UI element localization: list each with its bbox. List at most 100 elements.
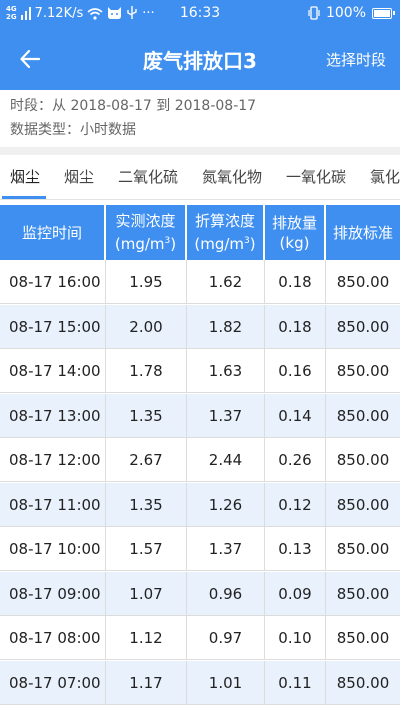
cell-measured-concentration: 2.67 xyxy=(106,438,187,482)
cell-converted-concentration: 1.37 xyxy=(187,527,265,571)
cell-measured-concentration: 2.00 xyxy=(106,304,187,349)
tab-nitrogen-oxides[interactable]: 氮氧化物 xyxy=(202,166,262,187)
cell-monitor-time: 08-17 11:00 xyxy=(0,482,106,527)
header-measured-label: 实测浓度 xyxy=(115,212,176,230)
status-bar: 4G 2G 7.12K/s ··· 16:33 100% xyxy=(0,0,400,28)
cell-emission-amount: 0.26 xyxy=(265,438,326,482)
arrow-left-icon xyxy=(20,50,40,68)
table-header: 监控时间 实测浓度 (mg/m3) 折算浓度 (mg/m3) 排放量 (kg) … xyxy=(0,205,400,260)
cell-monitor-time: 08-17 13:00 xyxy=(0,393,106,438)
header-emission-amount: 排放量 (kg) xyxy=(265,205,326,260)
cell-measured-concentration: 1.57 xyxy=(106,527,187,571)
table-row[interactable]: 08-17 15:00 2.00 1.82 0.18 850.00 xyxy=(0,304,400,349)
table-row[interactable]: 08-17 10:00 1.57 1.37 0.13 850.00 xyxy=(0,527,400,571)
header-emission-standard: 排放标准 xyxy=(326,205,400,260)
cell-converted-concentration: 1.01 xyxy=(187,660,265,705)
header-measured-unit-tail: ) xyxy=(170,235,177,253)
table-row[interactable]: 08-17 08:00 1.12 0.97 0.10 850.00 xyxy=(0,616,400,660)
table-row[interactable]: 08-17 09:00 1.07 0.96 0.09 850.00 xyxy=(0,571,400,616)
table-row[interactable]: 08-17 07:00 1.17 1.01 0.11 850.00 xyxy=(0,660,400,705)
header-standard-label: 排放标准 xyxy=(332,223,393,242)
header-monitor-time-label: 监控时间 xyxy=(21,223,82,242)
cell-emission-standard: 850.00 xyxy=(336,362,390,380)
cell-monitor-time: 08-17 08:00 xyxy=(0,616,106,660)
data-table-body: 08-17 16:00 1.95 1.62 0.18 850.00 08-17 15:00… xyxy=(0,260,400,711)
battery-icon xyxy=(372,7,395,19)
cell-emission-amount: 0.13 xyxy=(265,527,326,571)
cell-emission-amount: 0.09 xyxy=(265,571,326,616)
query-info: 时段：从 2018-08-17 到 2018-08-17 数据类型：小时数据 xyxy=(0,90,400,147)
table-row[interactable]: 08-17 14:00 1.78 1.63 0.16 850.00 xyxy=(0,349,400,393)
select-period-button[interactable]: 选择时段 xyxy=(326,49,386,70)
back-button[interactable] xyxy=(14,44,46,74)
cell-monitor-time: 08-17 12:00 xyxy=(0,438,106,482)
header-converted-concentration: 折算浓度 (mg/m3) xyxy=(187,205,265,260)
cell-monitor-time: 08-17 15:00 xyxy=(0,304,106,349)
cell-monitor-time: 08-17 09:00 xyxy=(0,571,106,616)
cell-emission-amount: 0.11 xyxy=(265,660,326,705)
data-type-text: 数据类型：小时数据 xyxy=(10,122,136,138)
table-row[interactable]: 08-17 13:00 1.35 1.37 0.14 850.00 xyxy=(0,393,400,438)
cell-emission-amount: 0.10 xyxy=(265,616,326,660)
cell-converted-concentration: 1.62 xyxy=(187,260,265,304)
vibrate-icon xyxy=(308,6,320,20)
cell-measured-concentration: 1.35 xyxy=(106,393,187,438)
cell-emission-standard: 850.00 xyxy=(336,495,390,514)
cell-converted-concentration: 2.44 xyxy=(187,438,265,482)
period-text: 时段：从 2018-08-17 到 2018-08-17 xyxy=(10,98,257,114)
cell-measured-concentration: 1.12 xyxy=(106,616,187,660)
header-measured-unit-text: (mg/m xyxy=(114,235,165,253)
tab-carbon-monoxide[interactable]: 一氧化碳 xyxy=(286,166,346,187)
section-divider xyxy=(0,147,400,155)
cell-emission-standard: 850.00 xyxy=(336,673,390,692)
cell-converted-concentration: 1.37 xyxy=(187,393,265,438)
tab-sulfur-dioxide[interactable]: 二氧化硫 xyxy=(118,166,178,187)
cell-emission-amount: 0.18 xyxy=(265,260,326,304)
header-converted-unit-text: (mg/m xyxy=(194,235,245,253)
header-converted-unit: (mg/m3) xyxy=(194,231,255,254)
cell-emission-standard: 850.00 xyxy=(336,273,390,291)
cell-emission-amount: 0.18 xyxy=(265,304,326,349)
status-right: 100% xyxy=(308,5,395,21)
tab-chloride[interactable]: 氯化 xyxy=(370,166,400,187)
cell-measured-concentration: 1.35 xyxy=(106,482,187,527)
battery-fill xyxy=(374,9,390,17)
cell-emission-standard: 850.00 xyxy=(336,317,390,336)
pollutant-tabs: 烟尘 烟尘 二氧化硫 氮氧化物 一氧化碳 氯化 xyxy=(0,155,400,200)
table-row[interactable]: 08-17 11:00 1.35 1.26 0.12 850.00 xyxy=(0,482,400,527)
table-row[interactable]: 08-17 12:00 2.67 2.44 0.26 850.00 xyxy=(0,438,400,482)
cell-emission-standard: 850.00 xyxy=(336,540,390,558)
battery-percent: 100% xyxy=(325,5,366,21)
header-emission-label: 排放量 xyxy=(271,213,317,232)
header-emission-unit: (kg) xyxy=(279,233,310,252)
cell-converted-concentration: 1.63 xyxy=(187,349,265,393)
header-converted-label: 折算浓度 xyxy=(194,212,255,230)
cell-measured-concentration: 1.78 xyxy=(106,349,187,393)
cell-converted-concentration: 0.97 xyxy=(187,616,265,660)
cell-emission-amount: 0.16 xyxy=(265,349,326,393)
cell-emission-standard: 850.00 xyxy=(336,629,390,647)
active-tab-indicator xyxy=(2,196,46,199)
cell-emission-standard: 850.00 xyxy=(336,451,390,469)
table-row[interactable]: 08-17 16:00 1.95 1.62 0.18 850.00 xyxy=(0,260,400,304)
cell-monitor-time: 08-17 07:00 xyxy=(0,660,106,705)
cell-emission-amount: 0.14 xyxy=(265,393,326,438)
cell-measured-concentration: 1.07 xyxy=(106,571,187,616)
cell-monitor-time: 08-17 16:00 xyxy=(0,260,106,304)
tab-smoke-dust-2[interactable]: 烟尘 xyxy=(64,166,94,187)
cell-measured-concentration: 1.17 xyxy=(106,660,187,705)
cell-emission-standard: 850.00 xyxy=(336,406,390,425)
header-measured-concentration: 实测浓度 (mg/m3) xyxy=(106,205,187,260)
cell-monitor-time: 08-17 14:00 xyxy=(0,349,106,393)
cell-emission-standard: 850.00 xyxy=(336,584,390,603)
cell-emission-amount: 0.12 xyxy=(265,482,326,527)
header-converted-unit-tail: ) xyxy=(249,235,256,253)
cell-converted-concentration: 0.96 xyxy=(187,571,265,616)
tab-smoke-dust-1[interactable]: 烟尘 xyxy=(10,166,40,187)
cell-converted-concentration: 1.82 xyxy=(187,304,265,349)
app-bar: 废气排放口3 选择时段 xyxy=(0,28,400,90)
cell-converted-concentration: 1.26 xyxy=(187,482,265,527)
header-monitor-time: 监控时间 xyxy=(0,205,106,260)
cell-measured-concentration: 1.95 xyxy=(106,260,187,304)
header-measured-unit: (mg/m3) xyxy=(115,231,176,254)
